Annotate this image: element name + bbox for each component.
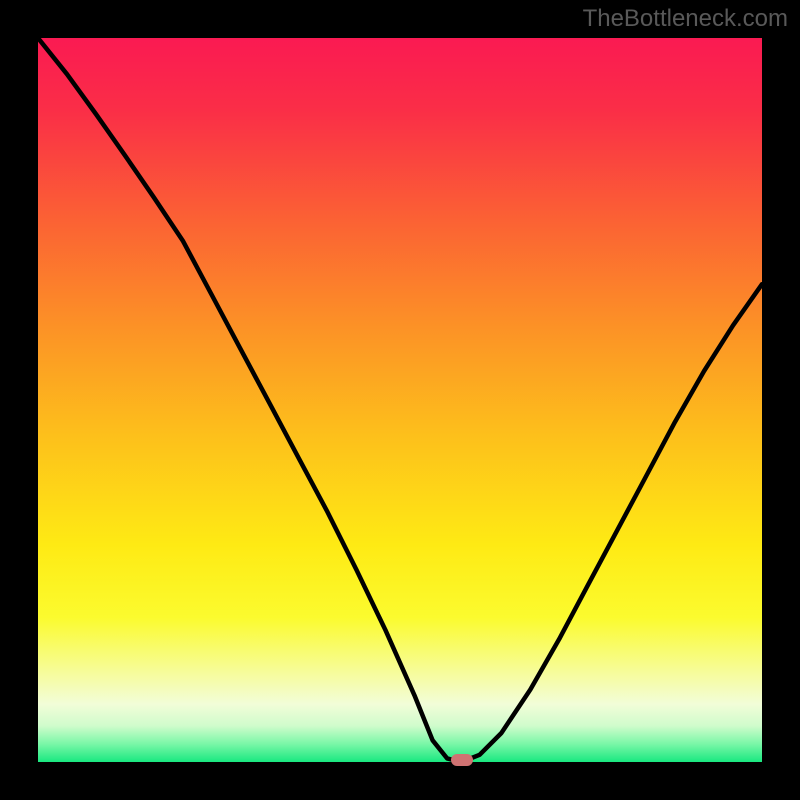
chart-plot-area: [38, 38, 762, 762]
watermark-text: TheBottleneck.com: [583, 5, 788, 33]
minimum-marker: [451, 754, 473, 766]
bottleneck-curve: [38, 38, 762, 762]
